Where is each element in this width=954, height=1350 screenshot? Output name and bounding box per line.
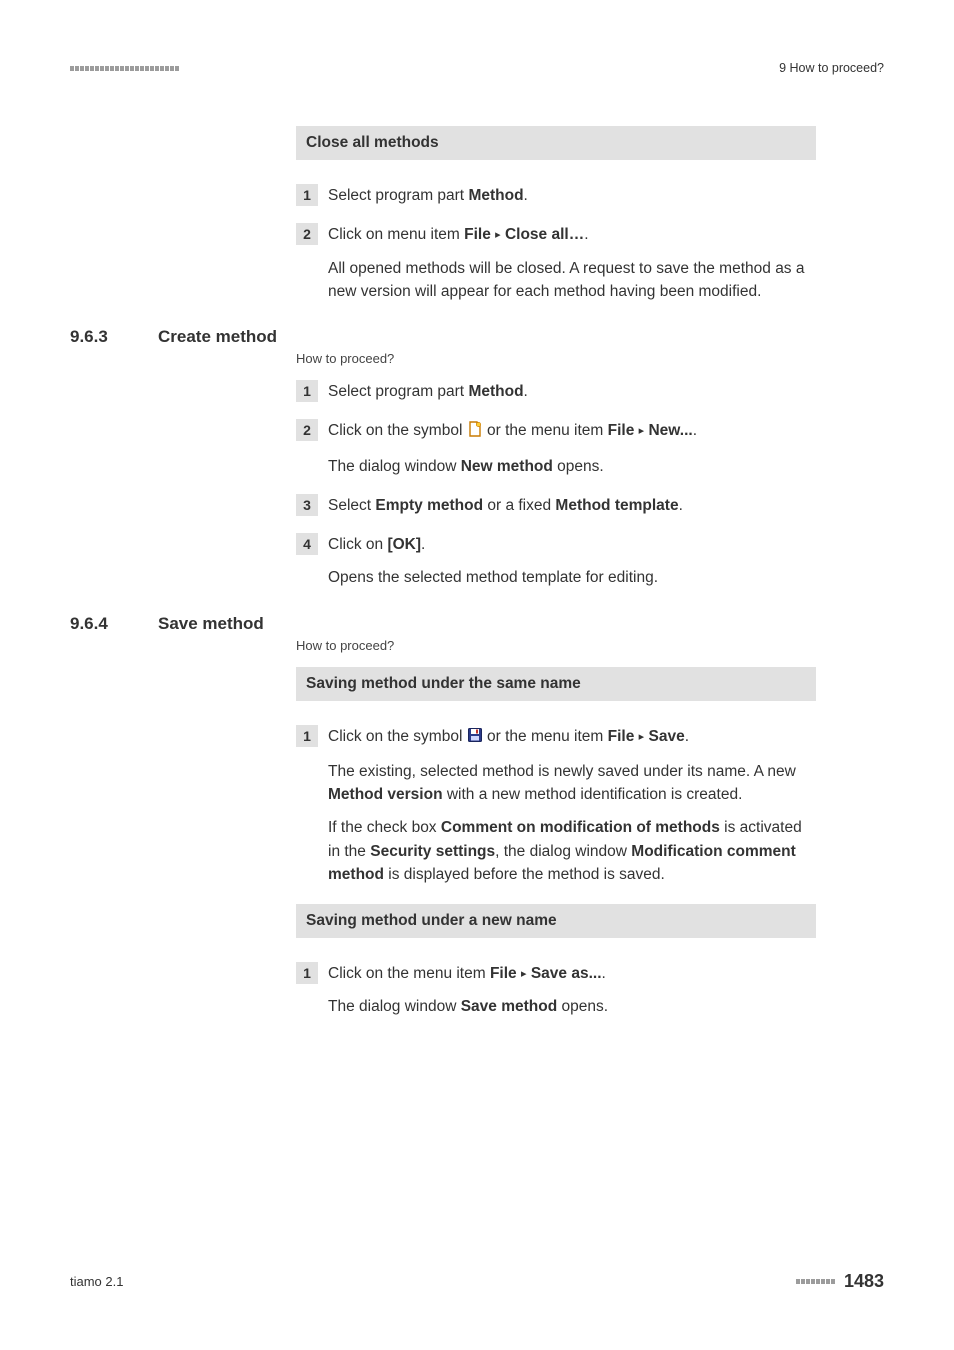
step-note: Opens the selected method template for e… — [328, 566, 816, 589]
step-number: 4 — [296, 533, 318, 555]
step-row: 1 Click on the menu item File ▸ Save as..… — [296, 962, 816, 1019]
bold-text: Method version — [328, 786, 443, 803]
step-text: Select Empty method or a fixed Method te… — [328, 494, 816, 517]
submenu-triangle-icon: ▸ — [495, 229, 501, 241]
step-number: 2 — [296, 419, 318, 441]
bold-text: Method template — [555, 497, 678, 514]
submenu-triangle-icon: ▸ — [521, 968, 527, 980]
step-row: 2 Click on the symbol or the menu item Fi… — [296, 419, 816, 478]
bold-text: File — [464, 226, 491, 243]
bold-text: Security settings — [370, 843, 495, 860]
bold-text: Method — [468, 187, 523, 204]
step-row: 1 Select program part Method. — [296, 184, 816, 207]
bold-text: File — [608, 422, 635, 439]
step-number: 3 — [296, 494, 318, 516]
howto-create: How to proceed? — [296, 351, 884, 366]
step-text: Select program part Method. — [328, 184, 816, 207]
step-body: Select Empty method or a fixed Method te… — [328, 494, 816, 517]
footer-product: tiamo 2.1 — [70, 1274, 123, 1289]
section-number-save: 9.6.4 — [70, 614, 158, 634]
submenu-triangle-icon: ▸ — [639, 425, 645, 437]
bold-text: New method — [461, 458, 553, 475]
block-title-save-same: Saving method under the same name — [296, 667, 816, 701]
step-text: Click on the symbol or the menu item Fil… — [328, 725, 816, 750]
steps-save-same: 1 Click on the symbol or the menu item Fi… — [296, 725, 816, 887]
step-note: The dialog window Save method opens. — [328, 995, 816, 1018]
header-ticks-left — [70, 66, 180, 71]
section-title-create: Create method — [158, 327, 277, 347]
step-body: Select program part Method. — [328, 380, 816, 403]
step-body: Click on the symbol or the menu item Fil… — [328, 419, 816, 478]
bold-text: File — [608, 728, 635, 745]
step-row: 3 Select Empty method or a fixed Method t… — [296, 494, 816, 517]
bold-text: Method — [468, 383, 523, 400]
step-row: 1 Select program part Method. — [296, 380, 816, 403]
step-number: 1 — [296, 380, 318, 402]
step-body: Click on the symbol or the menu item Fil… — [328, 725, 816, 887]
step-note: The existing, selected method is newly s… — [328, 760, 816, 807]
section-number-create: 9.6.3 — [70, 327, 158, 347]
bold-text: Save method — [461, 998, 557, 1015]
section-title-save: Save method — [158, 614, 264, 634]
bold-text: New... — [648, 422, 692, 439]
step-row: 2 Click on menu item File ▸ Close all…. Al… — [296, 223, 816, 303]
steps-create: 1 Select program part Method. 2 Click on th… — [296, 380, 816, 590]
step-body: Click on [OK]. Opens the selected method … — [328, 533, 816, 590]
bold-text: Save as... — [531, 965, 602, 982]
bold-text: Empty method — [375, 497, 483, 514]
bold-text: Close all… — [505, 226, 584, 243]
step-number: 1 — [296, 962, 318, 984]
step-number: 1 — [296, 184, 318, 206]
bold-text: Comment on modification of methods — [441, 819, 720, 836]
step-body: Click on the menu item File ▸ Save as...… — [328, 962, 816, 1019]
step-text: Click on [OK]. — [328, 533, 816, 556]
footer-ticks — [796, 1279, 836, 1284]
bold-text: Save — [648, 728, 684, 745]
step-number: 2 — [296, 223, 318, 245]
save-icon — [467, 727, 483, 750]
step-body: Click on menu item File ▸ Close all…. All… — [328, 223, 816, 303]
step-row: 4 Click on [OK]. Opens the selected method… — [296, 533, 816, 590]
bold-text: File — [490, 965, 517, 982]
step-text: Click on the symbol or the menu item Fil… — [328, 419, 816, 444]
steps-close-all: 1 Select program part Method. 2 Click on me… — [296, 184, 816, 303]
new-document-icon — [467, 421, 483, 444]
block-title-close-all: Close all methods — [296, 126, 816, 160]
step-text: Click on the menu item File ▸ Save as...… — [328, 962, 816, 985]
steps-save-new: 1 Click on the menu item File ▸ Save as..… — [296, 962, 816, 1019]
step-body: Select program part Method. — [328, 184, 816, 207]
step-text: Select program part Method. — [328, 380, 816, 403]
block-title-save-new: Saving method under a new name — [296, 904, 816, 938]
step-text: Click on menu item File ▸ Close all…. — [328, 223, 816, 246]
step-number: 1 — [296, 725, 318, 747]
step-row: 1 Click on the symbol or the menu item Fi… — [296, 725, 816, 887]
footer-page-number: 1483 — [844, 1271, 884, 1292]
step-note: The dialog window New method opens. — [328, 455, 816, 478]
howto-save: How to proceed? — [296, 638, 884, 653]
step-note: All opened methods will be closed. A req… — [328, 257, 816, 304]
submenu-triangle-icon: ▸ — [639, 731, 645, 743]
bold-text: [OK] — [387, 536, 421, 553]
step-note: If the check box Comment on modification… — [328, 816, 816, 886]
running-head: 9 How to proceed? — [779, 61, 884, 75]
